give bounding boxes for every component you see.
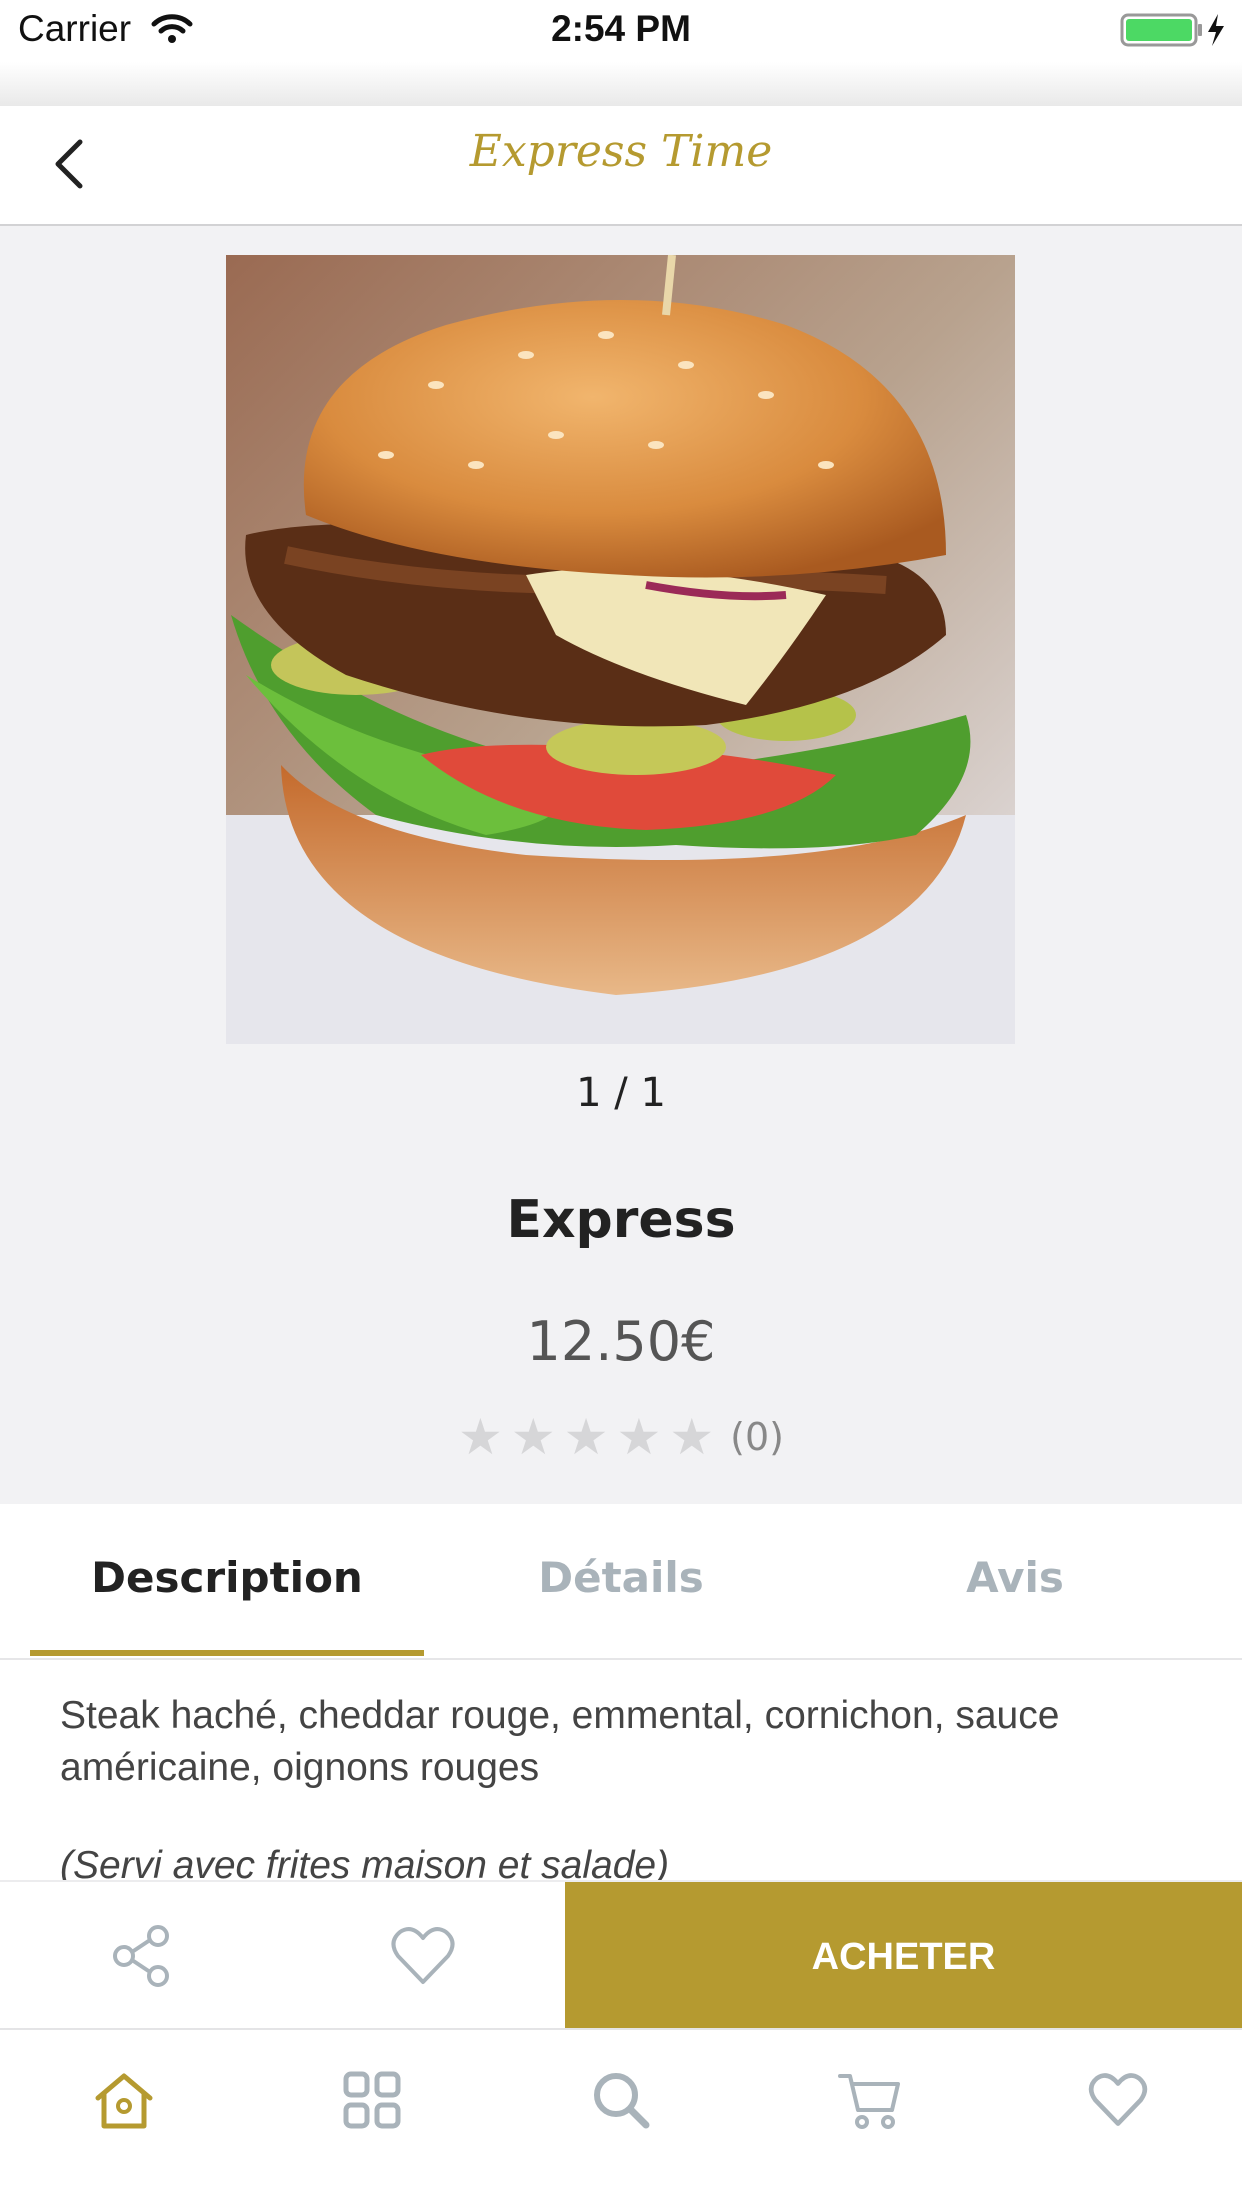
page-title: Express Time xyxy=(469,126,773,177)
buy-button[interactable]: ACHETER xyxy=(565,1882,1242,2030)
tab-categories[interactable] xyxy=(312,2030,432,2170)
tab-home[interactable] xyxy=(64,2030,184,2170)
bottom-tab-bar xyxy=(0,2028,1242,2210)
rating-count: (0) xyxy=(730,1415,784,1459)
battery-icon xyxy=(1120,13,1224,47)
product-description: Steak haché, cheddar rouge, emmental, co… xyxy=(60,1694,1060,1789)
tab-cart[interactable] xyxy=(810,2030,930,2170)
share-button[interactable] xyxy=(82,1882,202,2030)
status-time: 2:54 PM xyxy=(551,8,691,49)
tab-reviews[interactable]: Avis xyxy=(818,1504,1212,1658)
product-name: Express xyxy=(506,1190,736,1250)
favorite-button[interactable] xyxy=(363,1882,483,2030)
star-icon: ★ xyxy=(669,1408,715,1466)
star-icon: ★ xyxy=(510,1408,556,1466)
tab-favorites[interactable] xyxy=(1058,2030,1178,2170)
nav-shadow xyxy=(0,62,1242,106)
heart-icon xyxy=(1088,2073,1148,2126)
rating: ★ ★ ★ ★ ★ (0) xyxy=(0,1412,1242,1462)
heart-icon xyxy=(391,1927,455,1984)
tab-bar-sections: Description Détails Avis xyxy=(0,1504,1242,1660)
nav-bar: Express Time xyxy=(0,106,1242,226)
star-icon: ★ xyxy=(563,1408,609,1466)
image-counter: 1 / 1 xyxy=(576,1070,666,1116)
action-bar: ACHETER xyxy=(0,1880,1242,2030)
tab-search[interactable] xyxy=(561,2030,681,2170)
home-icon xyxy=(95,2073,153,2129)
share-icon xyxy=(113,1925,169,1987)
status-bar: Carrier 2:54 PM xyxy=(0,0,1242,62)
cart-icon xyxy=(838,2074,900,2129)
star-icon: ★ xyxy=(458,1408,503,1466)
grid-icon xyxy=(343,2071,401,2129)
active-tab-indicator xyxy=(30,1650,424,1656)
tab-description[interactable]: Description xyxy=(30,1504,424,1658)
product-price: 12.50€ xyxy=(526,1310,716,1373)
product-image[interactable] xyxy=(226,255,1015,1044)
star-icon: ★ xyxy=(616,1408,662,1466)
search-icon xyxy=(594,2073,650,2129)
tab-details[interactable]: Détails xyxy=(424,1504,818,1658)
